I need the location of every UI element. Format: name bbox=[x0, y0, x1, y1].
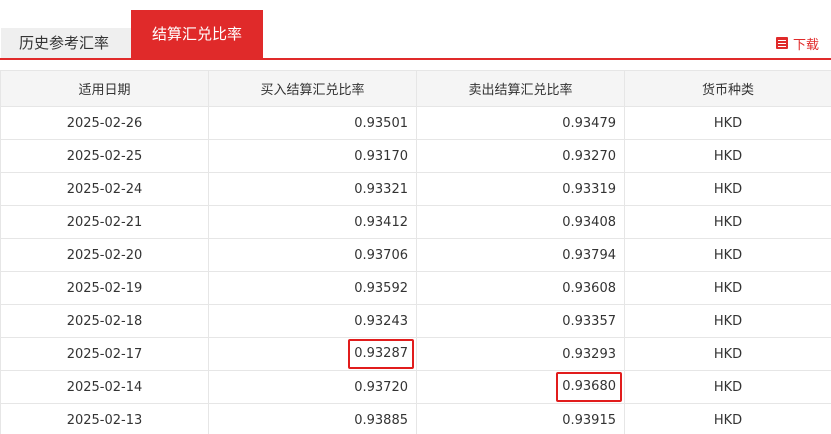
cell-currency: HKD bbox=[624, 238, 831, 272]
cell-currency: HKD bbox=[624, 370, 831, 404]
cell-currency: HKD bbox=[624, 139, 831, 173]
table-row: 2025-02-19 0.93592 0.93608 HKD bbox=[0, 271, 831, 305]
table-row: 2025-02-18 0.93243 0.93357 HKD bbox=[0, 304, 831, 338]
download-button[interactable]: 下载 bbox=[775, 33, 819, 53]
cell-currency: HKD bbox=[624, 304, 831, 338]
rates-table: 适用日期 买入结算汇兑比率 卖出结算汇兑比率 货币种类 2025-02-26 0… bbox=[0, 70, 831, 434]
table-row: 2025-02-24 0.93321 0.93319 HKD bbox=[0, 172, 831, 206]
cell-date: 2025-02-13 bbox=[0, 403, 209, 434]
header-date: 适用日期 bbox=[0, 70, 209, 107]
table-header-row: 适用日期 买入结算汇兑比率 卖出结算汇兑比率 货币种类 bbox=[0, 70, 831, 107]
cell-sell-rate: 0.93915 bbox=[416, 403, 625, 434]
table-row: 2025-02-14 0.93720 0.93680 HKD bbox=[0, 370, 831, 404]
cell-buy-rate: 0.93287 bbox=[208, 337, 417, 371]
cell-date: 2025-02-19 bbox=[0, 271, 209, 305]
cell-currency: HKD bbox=[624, 106, 831, 140]
table-row: 2025-02-21 0.93412 0.93408 HKD bbox=[0, 205, 831, 239]
cell-date: 2025-02-14 bbox=[0, 370, 209, 404]
cell-buy-rate: 0.93170 bbox=[208, 139, 417, 173]
download-label: 下载 bbox=[792, 37, 819, 53]
cell-sell-rate: 0.93680 bbox=[416, 370, 625, 404]
cell-date: 2025-02-24 bbox=[0, 172, 209, 206]
tab-history-reference-rate[interactable]: 历史参考汇率 bbox=[1, 28, 131, 58]
cell-buy-rate: 0.93501 bbox=[208, 106, 417, 140]
highlight-box: 0.93680 bbox=[556, 372, 622, 402]
cell-currency: HKD bbox=[624, 337, 831, 371]
cell-date: 2025-02-25 bbox=[0, 139, 209, 173]
cell-date: 2025-02-17 bbox=[0, 337, 209, 371]
cell-date: 2025-02-26 bbox=[0, 106, 209, 140]
cell-sell-rate: 0.93293 bbox=[416, 337, 625, 371]
cell-buy-rate: 0.93412 bbox=[208, 205, 417, 239]
download-icon bbox=[775, 37, 788, 49]
cell-sell-rate: 0.93479 bbox=[416, 106, 625, 140]
header-sell-rate: 卖出结算汇兑比率 bbox=[416, 70, 625, 107]
cell-sell-rate: 0.93319 bbox=[416, 172, 625, 206]
cell-currency: HKD bbox=[624, 172, 831, 206]
cell-sell-rate: 0.93794 bbox=[416, 238, 625, 272]
table-row: 2025-02-25 0.93170 0.93270 HKD bbox=[0, 139, 831, 173]
table-row: 2025-02-17 0.93287 0.93293 HKD bbox=[0, 337, 831, 371]
cell-sell-rate: 0.93270 bbox=[416, 139, 625, 173]
cell-date: 2025-02-18 bbox=[0, 304, 209, 338]
table-row: 2025-02-26 0.93501 0.93479 HKD bbox=[0, 106, 831, 140]
cell-date: 2025-02-20 bbox=[0, 238, 209, 272]
cell-sell-rate: 0.93608 bbox=[416, 271, 625, 305]
tab-underline bbox=[0, 58, 831, 60]
table-row: 2025-02-20 0.93706 0.93794 HKD bbox=[0, 238, 831, 272]
cell-sell-rate: 0.93408 bbox=[416, 205, 625, 239]
cell-buy-rate: 0.93243 bbox=[208, 304, 417, 338]
cell-buy-rate: 0.93720 bbox=[208, 370, 417, 404]
header-currency: 货币种类 bbox=[624, 70, 831, 107]
cell-sell-rate: 0.93357 bbox=[416, 304, 625, 338]
cell-date: 2025-02-21 bbox=[0, 205, 209, 239]
cell-currency: HKD bbox=[624, 271, 831, 305]
header-buy-rate: 买入结算汇兑比率 bbox=[208, 70, 417, 107]
cell-currency: HKD bbox=[624, 403, 831, 434]
cell-currency: HKD bbox=[624, 205, 831, 239]
cell-buy-rate: 0.93592 bbox=[208, 271, 417, 305]
cell-buy-rate: 0.93321 bbox=[208, 172, 417, 206]
cell-buy-rate: 0.93706 bbox=[208, 238, 417, 272]
highlight-box: 0.93287 bbox=[348, 339, 414, 369]
table-row: 2025-02-13 0.93885 0.93915 HKD bbox=[0, 403, 831, 434]
tab-bar: 历史参考汇率 结算汇兑比率 下载 bbox=[0, 0, 831, 58]
cell-buy-rate: 0.93885 bbox=[208, 403, 417, 434]
tab-settlement-rate[interactable]: 结算汇兑比率 bbox=[131, 10, 263, 58]
